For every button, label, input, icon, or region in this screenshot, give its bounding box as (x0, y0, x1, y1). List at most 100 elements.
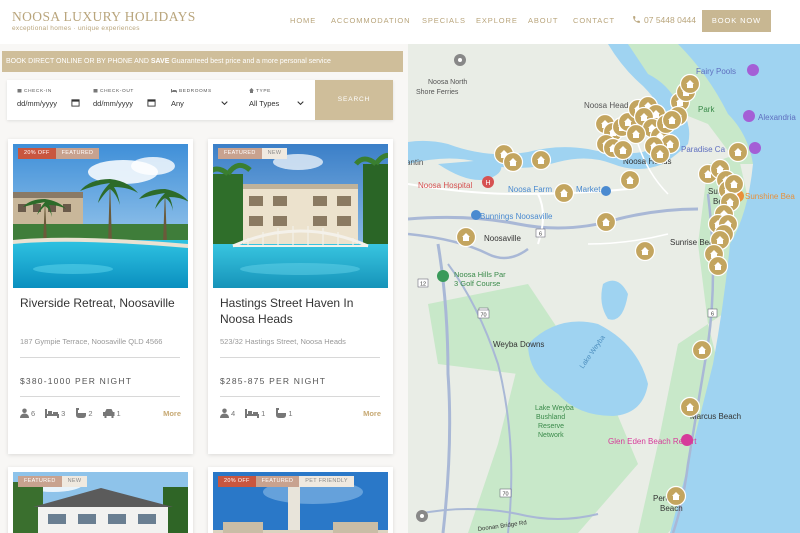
listing-photo[interactable] (213, 144, 388, 288)
badge-new: NEW (61, 476, 88, 487)
map-label: Noosaville (484, 234, 521, 243)
property-marker-icon[interactable] (679, 396, 701, 418)
property-marker-icon[interactable] (455, 226, 477, 248)
property-marker-icon[interactable] (612, 139, 634, 161)
bedrooms-count: 3 (61, 408, 66, 418)
road-shield: 12 (420, 282, 426, 288)
map-label: Fairy Pools (696, 67, 736, 76)
checkout-field[interactable]: CHECK-OUT dd/mm/yyyy (93, 88, 156, 108)
feature-guests: 6 (20, 408, 35, 418)
type-value: All Types (249, 99, 280, 108)
property-marker-icon[interactable] (634, 240, 656, 262)
promo-rest: Guaranteed best price and a more persona… (171, 58, 331, 65)
bed-icon (245, 408, 260, 418)
listing-card[interactable]: 20% OFF FEATURED Riverside Retreat, Noos… (8, 139, 193, 454)
property-marker-icon[interactable] (595, 211, 617, 233)
listing-address: 187 Gympie Terrace, Noosaville QLD 4566 (20, 337, 163, 346)
listing-card[interactable]: FEATURED NEW Hastings Street Haven In No… (208, 139, 393, 454)
car-icon (102, 408, 115, 418)
logo-subtitle: exceptional homes · unique experiences (12, 25, 140, 32)
nav-explore[interactable]: EXPLORE (476, 16, 518, 25)
checkin-label: CHECK-IN (24, 89, 52, 94)
promo-lead: BOOK DIRECT ONLINE OR BY PHONE AND (6, 58, 149, 65)
divider (20, 357, 180, 358)
listing-features: 6 3 2 1 (20, 408, 131, 418)
nav-contact[interactable]: CONTACT (573, 16, 615, 25)
property-marker-icon[interactable] (661, 109, 683, 131)
listing-badges: 20% OFF FEATURED (18, 148, 100, 159)
listing-title[interactable]: Riverside Retreat, Noosaville (20, 296, 185, 312)
property-marker-icon[interactable] (727, 141, 749, 163)
phone-link[interactable]: 07 5448 0444 (632, 15, 696, 25)
nav-specials[interactable]: SPECIALS (422, 16, 466, 25)
bedrooms-count: 1 (261, 408, 266, 418)
property-map[interactable]: 6 6 12 6 70 70 antin Noosa North Shore F… (408, 44, 800, 533)
search-button[interactable]: SEARCH (315, 80, 393, 120)
feature-bathrooms: 2 (75, 408, 93, 418)
type-label: TYPE (256, 89, 271, 94)
property-marker-icon[interactable] (665, 485, 687, 507)
map-label: Noosa Hills Par (454, 270, 506, 279)
badge-pet-friendly: PET FRIENDLY (299, 476, 354, 487)
map-label: Noosa North (428, 79, 467, 86)
checkin-field[interactable]: CHECK-IN dd/mm/yyyy (17, 88, 80, 108)
property-marker-icon[interactable] (502, 151, 524, 173)
type-select[interactable]: TYPE All Types (249, 88, 304, 108)
more-link[interactable]: More (363, 409, 381, 418)
calendar-picker-icon[interactable] (147, 98, 156, 107)
property-marker-icon[interactable] (619, 169, 641, 191)
cars-count: 1 (116, 408, 121, 418)
book-now-button[interactable]: BOOK NOW (702, 10, 771, 32)
badge-discount: 20% OFF (18, 148, 56, 159)
listing-price: $285-875 PER NIGHT (220, 376, 327, 386)
calendar-picker-icon[interactable] (71, 98, 80, 107)
property-marker-icon[interactable] (679, 73, 701, 95)
property-marker-icon[interactable] (553, 182, 575, 204)
listings-panel: BOOK DIRECT ONLINE OR BY PHONE AND SAVE … (0, 44, 408, 533)
checkout-value: dd/mm/yyyy (93, 99, 134, 108)
home-icon (249, 88, 254, 93)
phone-number: 07 5448 0444 (644, 15, 696, 25)
hospital-icon: H (485, 180, 490, 187)
road-shield: 6 (539, 232, 542, 238)
map-label: Weyba Downs (493, 340, 544, 349)
map-label: antin (408, 158, 423, 167)
bath-icon (76, 408, 87, 418)
badge-new: NEW (261, 148, 288, 159)
map-label: Noosa Hospital (418, 181, 472, 190)
nav-accommodation[interactable]: ACCOMMODATION (331, 16, 410, 25)
listing-card[interactable]: 20% OFF FEATURED PET FRIENDLY (208, 467, 393, 533)
property-marker-icon[interactable] (723, 173, 745, 195)
property-marker-icon[interactable] (649, 143, 671, 165)
property-marker-icon[interactable] (530, 149, 552, 171)
bedrooms-value: Any (171, 99, 184, 108)
badge-discount: 20% OFF (218, 476, 256, 487)
feature-cars: 1 (102, 408, 121, 418)
nav-home[interactable]: HOME (290, 16, 316, 25)
property-marker-icon[interactable] (707, 255, 729, 277)
map-label: Bunnings Noosaville (480, 212, 553, 221)
map-label: Bushland (536, 414, 565, 421)
map-label: Shore Ferries (416, 89, 459, 96)
badge-featured: FEATURED (255, 476, 300, 487)
badge-featured: FEATURED (18, 476, 62, 487)
calendar-icon (17, 89, 22, 93)
property-marker-icon[interactable] (691, 339, 713, 361)
promo-banner: BOOK DIRECT ONLINE OR BY PHONE AND SAVE … (2, 51, 403, 72)
map-label: Market (576, 185, 601, 194)
guests-icon (20, 408, 29, 418)
map-label: Noosa Farm (508, 185, 552, 194)
road-shield: 70 (502, 492, 508, 498)
bedrooms-select[interactable]: BEDROOMS Any (171, 88, 228, 108)
nav-about[interactable]: ABOUT (528, 16, 558, 25)
property-marker-icon[interactable] (625, 123, 647, 145)
listing-title[interactable]: Hastings Street Haven In Noosa Heads (220, 296, 385, 327)
listing-photo[interactable] (13, 144, 188, 288)
logo-title: NOOSA LUXURY HOLIDAYS (12, 9, 196, 24)
site-logo[interactable]: NOOSA LUXURY HOLIDAYS exceptional homes … (12, 9, 196, 33)
checkin-value: dd/mm/yyyy (17, 99, 58, 108)
listing-card[interactable]: FEATURED NEW (8, 467, 193, 533)
divider (220, 396, 380, 397)
more-link[interactable]: More (163, 409, 181, 418)
listing-address: 523/32 Hastings Street, Noosa Heads (220, 337, 346, 346)
